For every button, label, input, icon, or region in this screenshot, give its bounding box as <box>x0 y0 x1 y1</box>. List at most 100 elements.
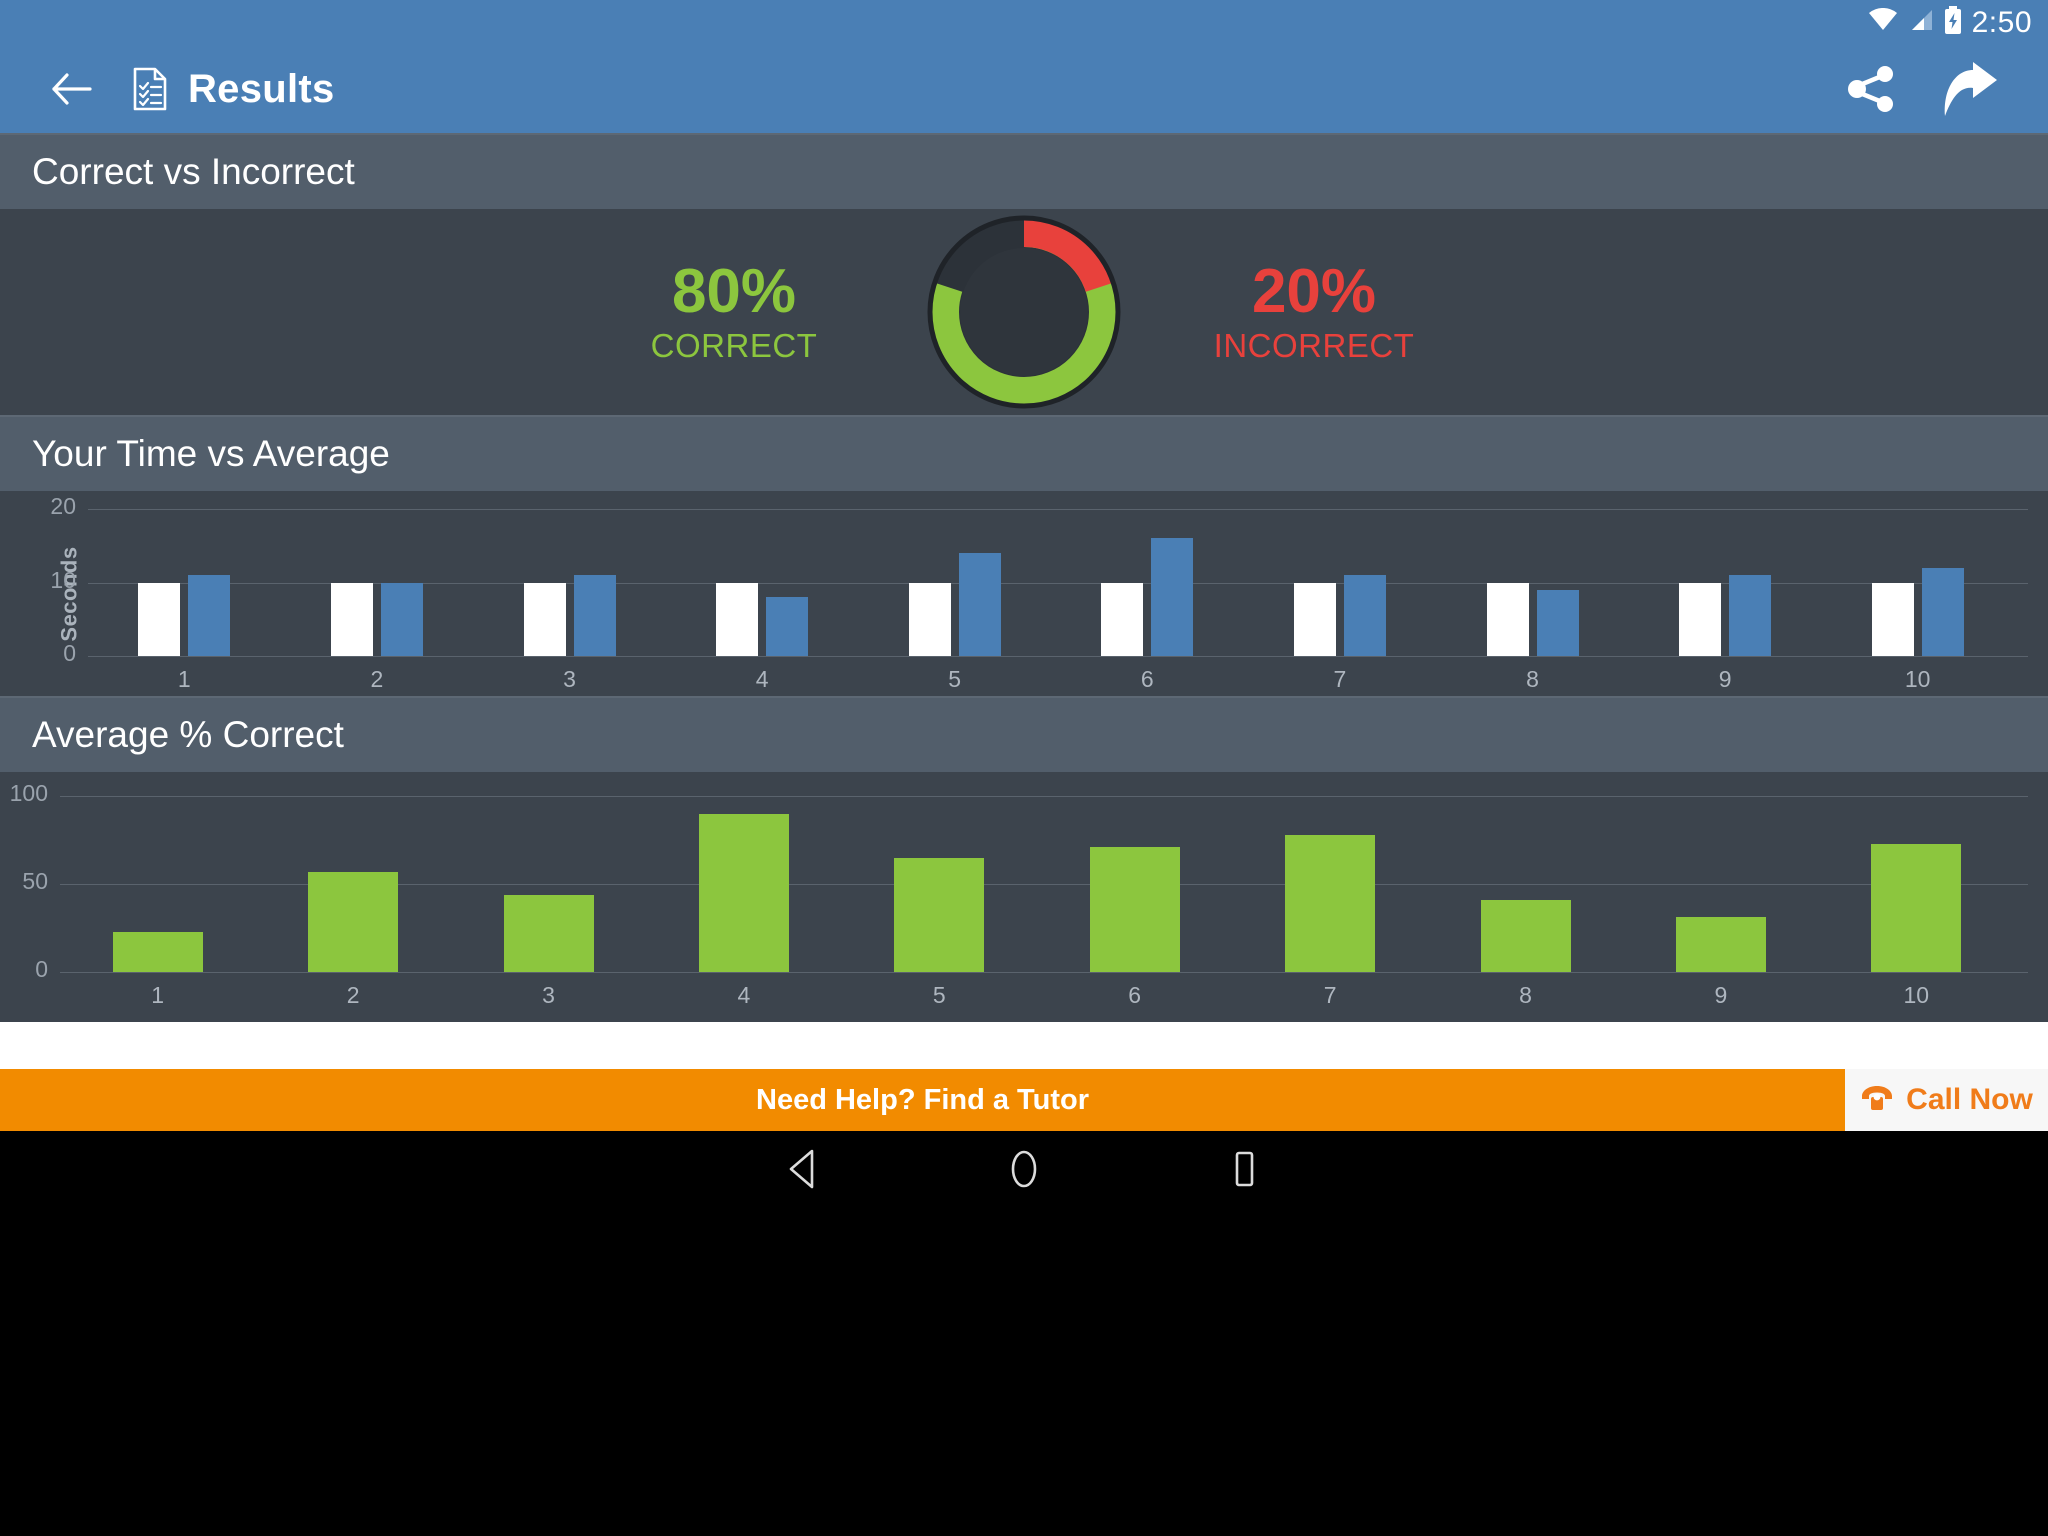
results-document-icon <box>128 67 172 111</box>
chart-xtick-label: 3 <box>563 666 576 692</box>
section-header-correct-vs-incorrect: Correct vs Incorrect <box>0 133 2048 209</box>
correct-percent: 80% <box>671 257 797 327</box>
chart-bar <box>112 931 203 972</box>
ad-banner: Need Help? Find a Tutor Call Now <box>0 1069 2048 1131</box>
share-icon <box>1848 66 1893 112</box>
chart-bar <box>308 871 399 972</box>
chart-xtick-label: 1 <box>151 982 165 1008</box>
chart-bar <box>908 582 951 656</box>
chart-bar <box>503 894 594 972</box>
chart-bar <box>1101 582 1144 656</box>
chart-bar <box>716 582 759 656</box>
chart-xtick-label: 7 <box>1333 666 1347 692</box>
status-bar: 2:50 <box>0 0 2048 45</box>
chart-bar <box>1921 567 1964 656</box>
section-header-time-vs-average: Your Time vs Average <box>0 415 2048 491</box>
chart-bar <box>1536 589 1579 656</box>
chart-gridline <box>60 972 2028 973</box>
incorrect-percent: 20% <box>1251 257 1377 327</box>
chart-gridline <box>88 656 2028 657</box>
chart-xtick-label: 10 <box>1903 982 1930 1008</box>
chart-xtick-label: 9 <box>1714 982 1728 1008</box>
section-title: Average % Correct <box>32 714 344 755</box>
chart-plot-area: 0 50 100 1 2 3 4 5 6 7 8 9 10 <box>0 772 2048 1022</box>
donut-chart-row: 80% CORRECT 20% INCORRECT <box>584 212 1464 412</box>
chart-ytick-label: 50 <box>22 868 48 894</box>
chart-xtick-label: 2 <box>370 666 384 692</box>
find-a-tutor-button[interactable]: Need Help? Find a Tutor <box>0 1069 1845 1131</box>
chart-ytick-label: 0 <box>63 640 76 666</box>
call-now-button[interactable]: Call Now <box>1845 1069 2048 1131</box>
content-bottom-gap <box>0 1022 2048 1069</box>
donut-chart-panel: 80% CORRECT 20% INCORRECT <box>0 209 2048 415</box>
android-nav-bar <box>0 1131 2048 1207</box>
chart-xtick-label: 5 <box>932 982 946 1008</box>
chart-bar <box>1486 582 1529 656</box>
time-vs-average-chart: Seconds 0 10 20 1 2 3 4 5 6 7 8 9 10 <box>0 491 2048 696</box>
chart-bar <box>1675 917 1766 972</box>
chart-xtick-label: 8 <box>1519 982 1532 1008</box>
forward-share-icon <box>1944 62 1997 116</box>
average-percent-correct-chart: 0 50 100 1 2 3 4 5 6 7 8 9 10 <box>0 772 2048 1022</box>
chart-bar <box>523 582 566 656</box>
nav-home-button[interactable] <box>994 1139 1054 1199</box>
chart-bar <box>1871 582 1914 656</box>
chart-xtick-label: 2 <box>346 982 360 1008</box>
chart-ylabel-seconds: Seconds <box>56 545 82 642</box>
incorrect-label: INCORRECT <box>1213 326 1415 364</box>
chart-plot-area: Seconds 0 10 20 1 2 3 4 5 6 7 8 9 10 <box>0 491 2048 696</box>
chart-bar <box>1089 847 1180 972</box>
chart-bar <box>894 857 985 972</box>
chart-bar <box>1285 834 1376 972</box>
ad-banner-message: Need Help? Find a Tutor <box>756 1083 1089 1116</box>
share-button[interactable] <box>1834 51 1910 127</box>
wifi-icon <box>1868 7 1898 37</box>
status-time: 2:50 <box>1971 5 2032 39</box>
chart-bar <box>1293 582 1336 656</box>
chart-bar <box>1871 843 1962 972</box>
chart-bar <box>1480 899 1571 972</box>
page-title: Results <box>188 66 335 111</box>
correct-stat: 80% CORRECT <box>584 259 884 364</box>
send-button[interactable] <box>1932 51 2008 127</box>
nav-back-button[interactable] <box>774 1139 834 1199</box>
chart-xtick-label: 8 <box>1526 666 1539 692</box>
chart-gridline <box>60 796 2028 797</box>
correct-label: CORRECT <box>650 326 818 364</box>
square-recents-icon <box>1235 1151 1254 1187</box>
correct-incorrect-donut <box>924 212 1124 412</box>
chart-xtick-label: 6 <box>1128 982 1142 1008</box>
chart-xtick-label: 7 <box>1323 982 1337 1008</box>
chart-bar <box>380 582 423 656</box>
chart-bar <box>766 597 809 656</box>
chart-xtick-label: 5 <box>948 666 962 692</box>
back-button[interactable] <box>40 57 104 121</box>
incorrect-stat: 20% INCORRECT <box>1164 259 1464 364</box>
chart-xtick-label: 3 <box>542 982 555 1008</box>
section-title: Correct vs Incorrect <box>32 151 355 192</box>
chart-ytick-label: 100 <box>9 780 48 806</box>
battery-charging-icon <box>1944 6 1962 39</box>
cell-signal-icon <box>1908 8 1934 37</box>
circle-home-icon <box>1011 1150 1037 1188</box>
chart-xtick-label: 10 <box>1904 666 1931 692</box>
telephone-icon <box>1860 1084 1894 1117</box>
chart-bar <box>573 575 616 656</box>
chart-bar <box>1679 582 1722 656</box>
chart-bar <box>1151 538 1194 656</box>
chart-xtick-label: 1 <box>177 666 191 692</box>
app-bar: Results <box>0 45 2048 133</box>
nav-recents-button[interactable] <box>1214 1139 1274 1199</box>
chart-bar <box>138 582 181 656</box>
chart-xtick-label: 6 <box>1140 666 1154 692</box>
chart-bar <box>958 553 1001 656</box>
chart-xtick-label: 9 <box>1718 666 1732 692</box>
chart-bar <box>1343 575 1386 656</box>
chart-gridline <box>88 509 2028 510</box>
chart-bar <box>1729 575 1772 656</box>
chart-bar <box>698 813 789 972</box>
call-now-label: Call Now <box>1906 1083 2033 1116</box>
chart-ytick-label: 0 <box>35 956 48 982</box>
section-title: Your Time vs Average <box>32 433 390 474</box>
section-header-average-percent-correct: Average % Correct <box>0 696 2048 772</box>
